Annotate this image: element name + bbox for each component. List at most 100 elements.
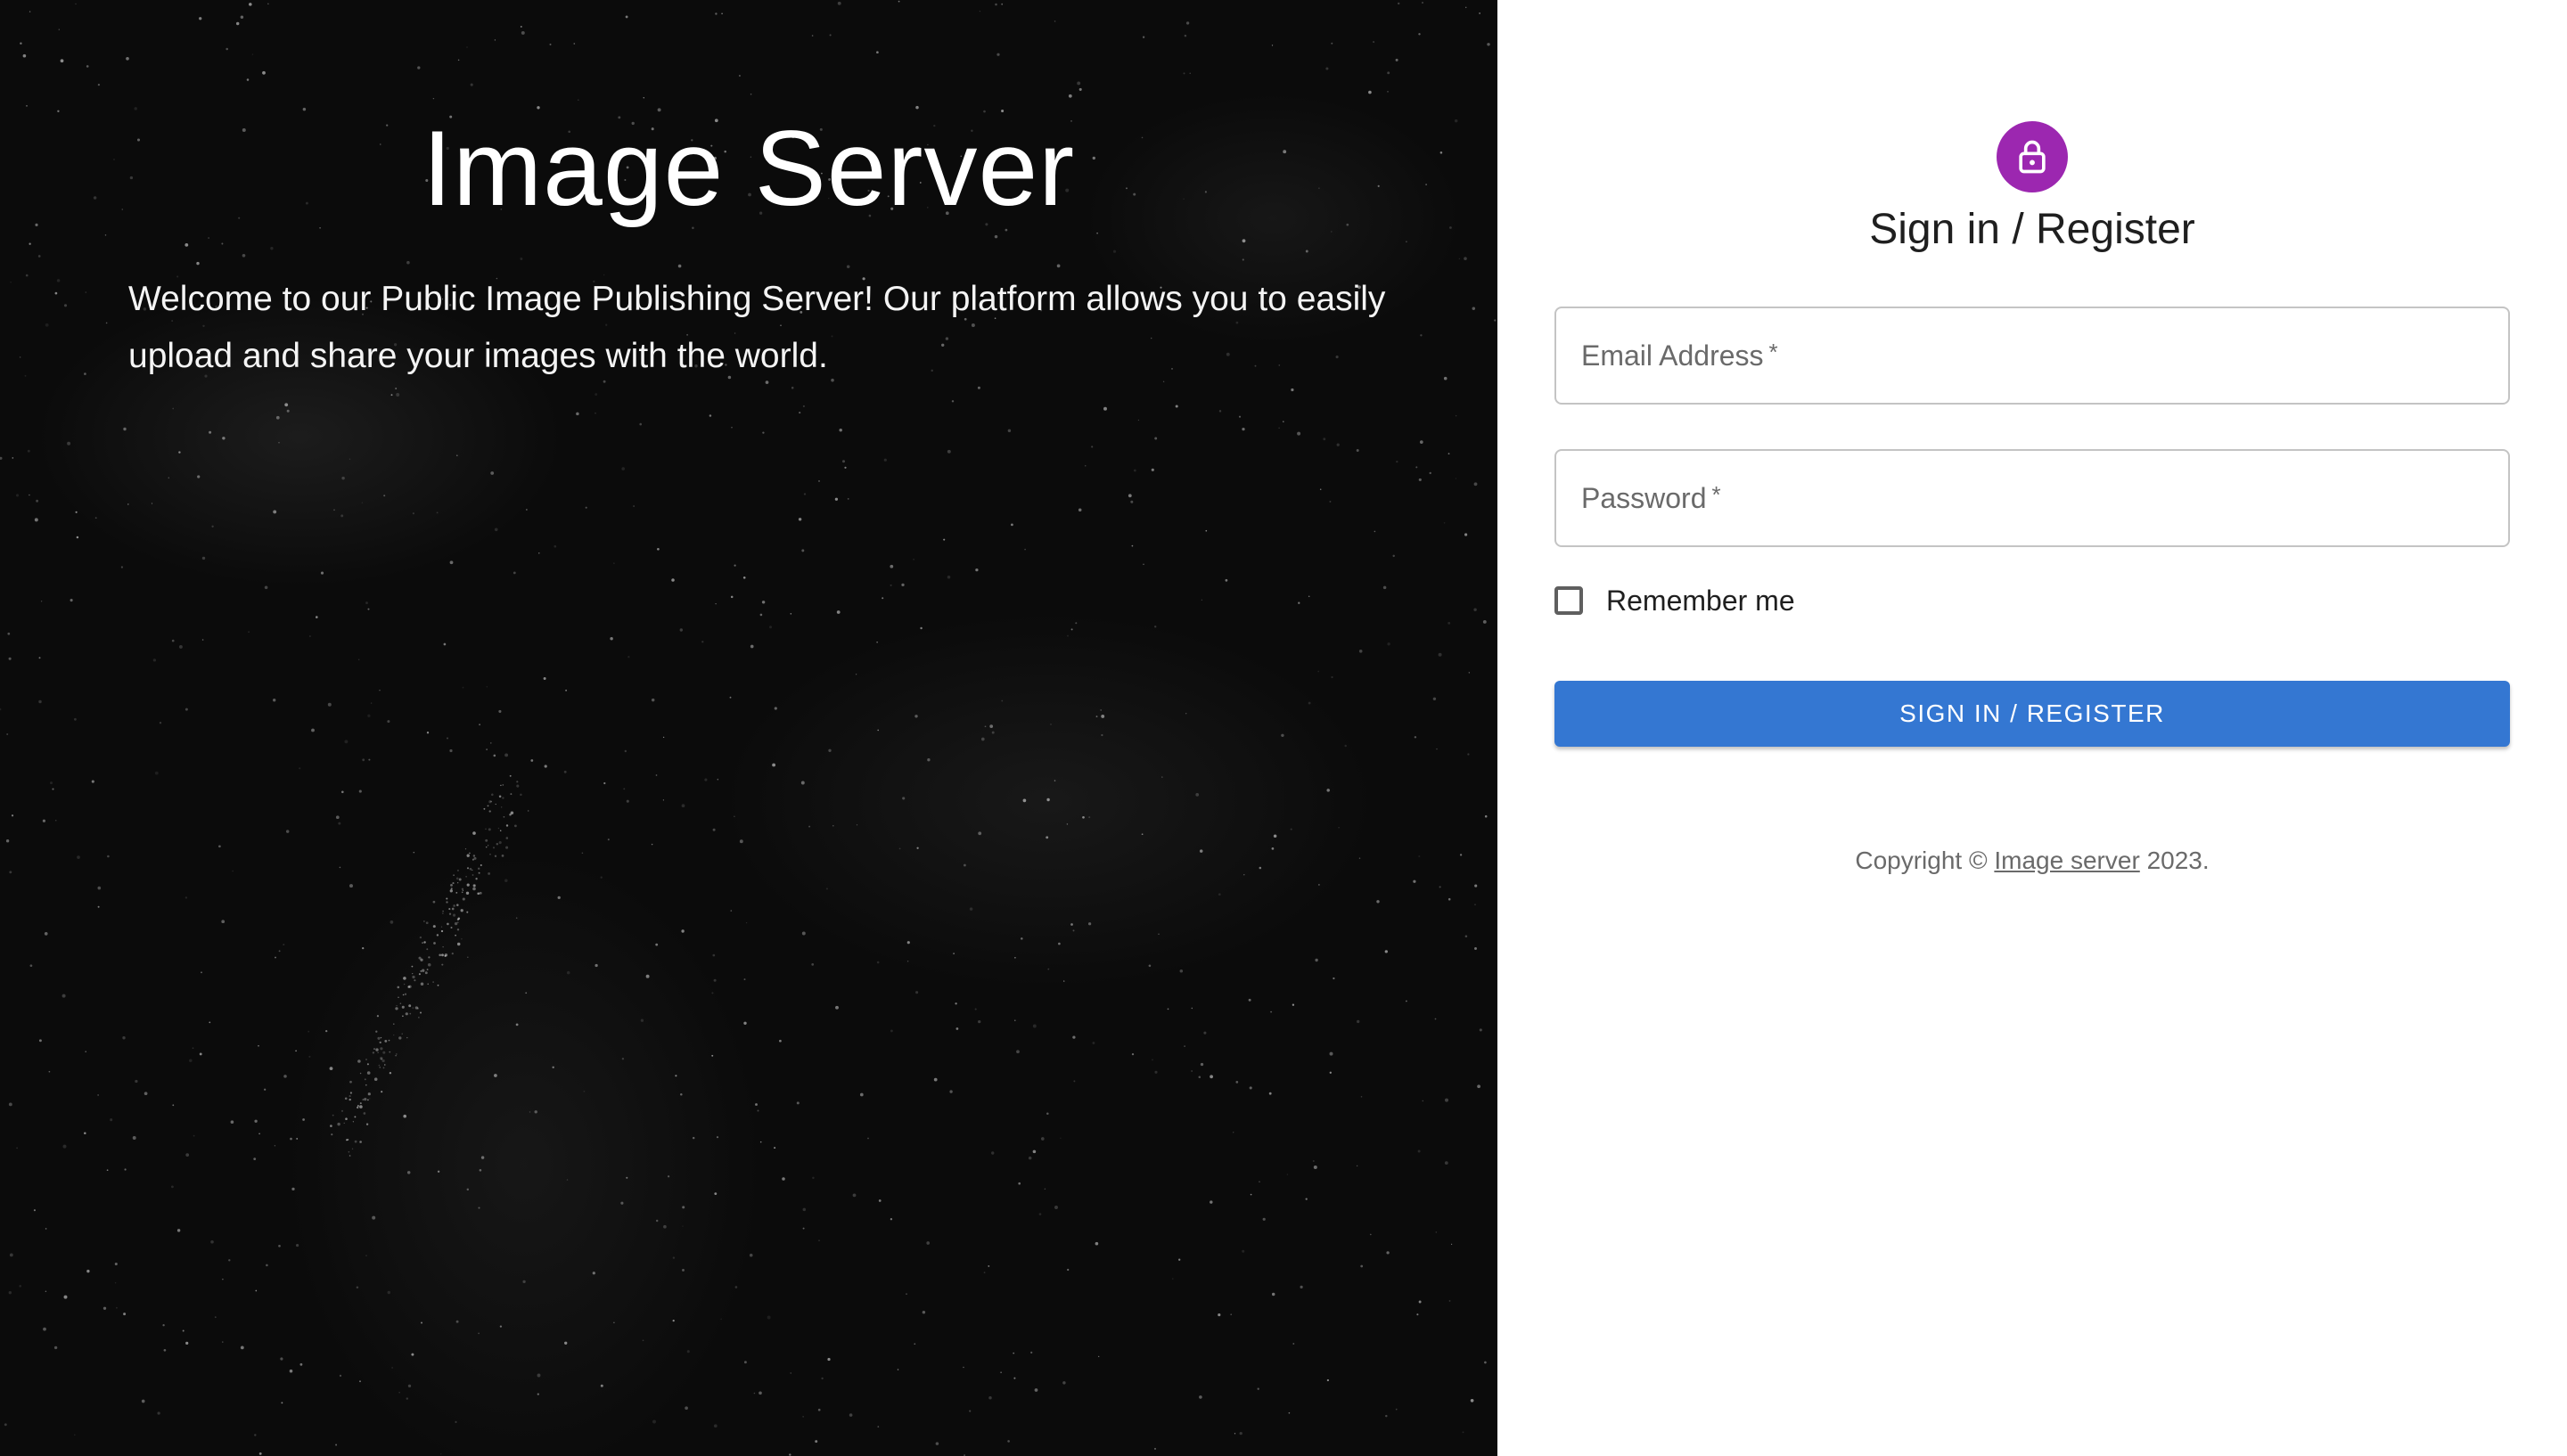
texture-speck: [963, 1366, 964, 1369]
texture-speck: [774, 1147, 776, 1149]
texture-speck: [1297, 431, 1301, 436]
texture-speck: [1198, 1076, 1201, 1078]
texture-speck: [340, 1109, 344, 1112]
texture-speck: [1415, 466, 1418, 469]
texture-speck: [74, 1434, 76, 1436]
texture-speck: [603, 781, 606, 785]
texture-speck: [672, 1256, 676, 1259]
texture-speck: [490, 742, 492, 744]
texture-speck: [1095, 1241, 1099, 1246]
sign-in-register-button[interactable]: SIGN IN / REGISTER: [1554, 681, 2510, 747]
texture-speck: [124, 1168, 127, 1171]
texture-speck: [1281, 733, 1284, 738]
texture-speck: [444, 953, 448, 957]
texture-speck: [361, 502, 364, 503]
texture-speck: [448, 912, 452, 915]
texture-speck: [453, 874, 455, 876]
texture-speck: [989, 724, 994, 728]
texture-speck: [1185, 21, 1190, 25]
texture-speck: [465, 891, 470, 895]
texture-speck: [228, 1259, 231, 1262]
texture-speck: [578, 99, 579, 101]
texture-speck: [436, 934, 439, 937]
texture-speck: [404, 993, 407, 995]
texture-speck: [1103, 406, 1107, 411]
texture-speck: [449, 889, 453, 893]
texture-speck: [1014, 956, 1016, 959]
texture-speck: [1259, 1181, 1260, 1183]
texture-speck: [316, 616, 318, 618]
texture-speck: [890, 564, 894, 568]
texture-speck: [240, 1346, 244, 1350]
texture-speck: [1443, 376, 1448, 380]
texture-speck: [8, 657, 12, 660]
texture-speck: [285, 830, 290, 833]
texture-speck: [466, 911, 469, 913]
texture-speck: [734, 564, 736, 567]
texture-speck: [84, 372, 86, 375]
texture-speck: [348, 1150, 350, 1153]
remember-me-label[interactable]: Remember me: [1606, 585, 1795, 618]
password-field[interactable]: Password *: [1554, 449, 2510, 547]
texture-speck: [176, 1229, 181, 1232]
texture-speck: [1133, 469, 1136, 472]
texture-speck: [296, 1137, 299, 1140]
texture-speck: [1418, 33, 1421, 36]
texture-speck: [5, 839, 10, 843]
texture-speck: [701, 641, 704, 643]
texture-speck: [1054, 780, 1056, 781]
texture-speck: [685, 1406, 688, 1411]
texture-speck: [515, 917, 518, 919]
remember-me-row[interactable]: Remember me: [1554, 581, 1795, 620]
texture-speck: [214, 1316, 217, 1319]
texture-speck: [1001, 699, 1004, 702]
texture-speck: [85, 291, 87, 293]
email-field[interactable]: Email Address *: [1554, 307, 2510, 405]
texture-speck: [389, 1051, 391, 1053]
texture-speck: [407, 1384, 412, 1388]
texture-speck: [554, 544, 557, 548]
texture-speck: [1022, 798, 1027, 803]
texture-speck: [363, 1112, 366, 1115]
texture-speck: [1419, 440, 1423, 444]
texture-speck: [478, 867, 480, 870]
texture-speck: [411, 1353, 414, 1356]
texture-speck: [192, 1047, 194, 1050]
texture-speck: [34, 518, 38, 522]
texture-speck: [479, 724, 481, 726]
texture-speck: [513, 571, 516, 575]
texture-speck: [882, 597, 884, 600]
sign-in-panel: Sign in / Register Email Address * Passw…: [1497, 0, 2567, 1456]
texture-speck: [442, 910, 444, 912]
texture-speck: [24, 374, 27, 377]
texture-speck: [396, 1004, 398, 1007]
texture-speck: [402, 994, 405, 996]
remember-me-checkbox[interactable]: [1554, 586, 1583, 615]
texture-speck: [977, 386, 980, 389]
texture-speck: [421, 1321, 422, 1324]
texture-speck: [1373, 41, 1375, 44]
texture-speck: [947, 449, 951, 454]
texture-speck: [52, 788, 54, 790]
texture-speck: [1298, 601, 1300, 604]
texture-speck: [286, 409, 290, 413]
texture-speck: [339, 1374, 342, 1377]
texture-speck: [63, 1295, 68, 1299]
texture-speck: [774, 707, 777, 710]
texture-speck: [789, 1453, 791, 1456]
texture-speck: [412, 975, 415, 979]
texture-speck: [251, 53, 254, 55]
texture-speck: [489, 853, 491, 855]
texture-speck: [677, 264, 682, 268]
texture-speck: [45, 1228, 47, 1230]
texture-speck: [600, 1384, 603, 1387]
hero-description: Welcome to our Public Image Publishing S…: [128, 280, 1386, 375]
texture-speck: [478, 1332, 480, 1335]
texture-speck: [1112, 249, 1117, 253]
image-server-link[interactable]: Image server: [1994, 847, 2139, 874]
texture-speck: [1072, 1035, 1076, 1039]
texture-speck: [576, 412, 579, 416]
texture-speck: [1230, 1313, 1233, 1316]
texture-speck: [105, 322, 108, 324]
texture-speck: [1421, 1, 1424, 4]
